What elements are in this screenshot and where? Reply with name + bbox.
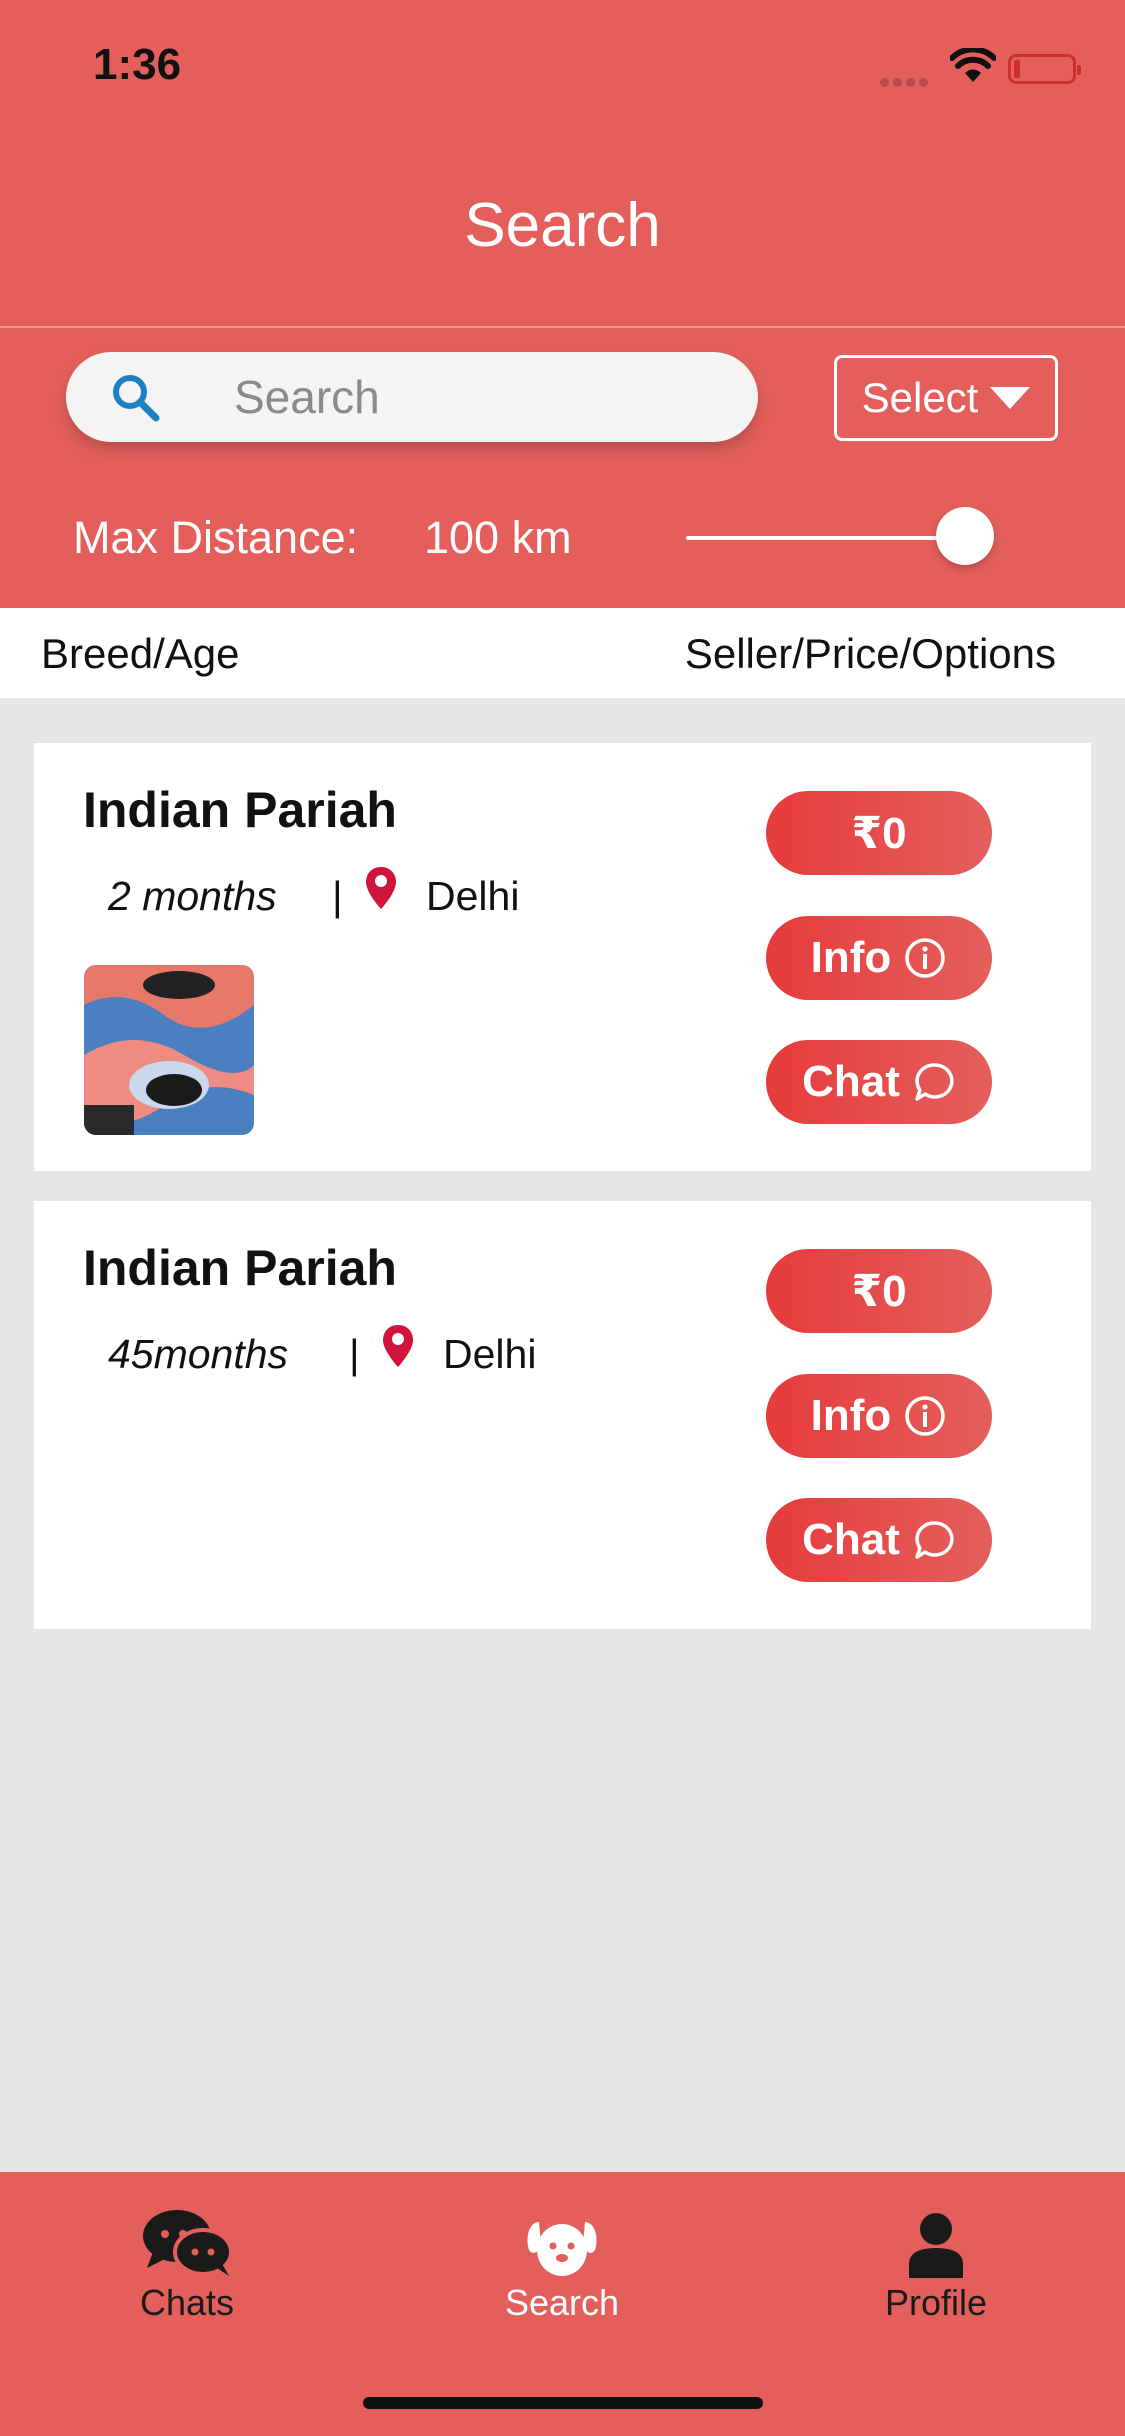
chat-label: Chat <box>802 1057 900 1106</box>
tab-chats[interactable]: Chats <box>87 2202 287 2324</box>
chat-bubbles-icon <box>143 2210 233 2276</box>
person-icon <box>909 2213 963 2278</box>
tab-profile[interactable]: Profile <box>836 2202 1036 2324</box>
chat-bubble-icon <box>915 1063 954 1101</box>
chat-button[interactable]: Chat <box>766 1040 992 1124</box>
info-label: Info <box>810 933 892 982</box>
dog-face-icon <box>527 2222 597 2276</box>
separator: | <box>349 1331 360 1377</box>
price-label: ₹0 <box>851 1266 907 1316</box>
battery-icon <box>1008 54 1081 84</box>
price-button[interactable]: ₹0 <box>766 791 992 875</box>
listing-card[interactable]: Indian Pariah 2 months | Delhi ₹0 Info C… <box>34 743 1091 1171</box>
max-distance-value: 100 km <box>424 512 572 563</box>
tab-label: Profile <box>884 2282 988 2323</box>
info-icon <box>905 1396 946 1436</box>
chat-bubble-icon <box>915 1521 954 1559</box>
distance-slider-thumb[interactable] <box>936 507 994 565</box>
signal-icon <box>880 74 936 87</box>
separator: | <box>332 873 343 919</box>
home-indicator[interactable] <box>363 2397 763 2409</box>
caret-down-icon <box>990 387 1031 409</box>
wifi-icon <box>950 48 996 82</box>
listing-card[interactable]: Indian Pariah 45months | Delhi ₹0 Info C… <box>34 1201 1091 1629</box>
info-button[interactable]: Info <box>766 916 992 1000</box>
breed-name: Indian Pariah <box>83 782 397 838</box>
column-seller-price-options: Seller/Price/Options <box>684 630 1056 677</box>
search-bar[interactable] <box>66 352 758 442</box>
column-header: Breed/Age Seller/Price/Options <box>0 608 1125 698</box>
info-button[interactable]: Info <box>766 1374 992 1458</box>
info-icon <box>905 938 946 978</box>
header: 1:36 Search Select Max Distance: 100 km <box>0 0 1125 608</box>
nav-divider <box>0 326 1125 328</box>
city-text: Delhi <box>426 873 520 919</box>
age-text: 2 months <box>108 873 277 919</box>
max-distance-label: Max Distance: <box>73 512 359 563</box>
dog-photo[interactable] <box>84 965 254 1135</box>
status-time: 1:36 <box>93 40 182 89</box>
chat-label: Chat <box>802 1515 900 1564</box>
column-breed-age: Breed/Age <box>41 630 240 677</box>
location-pin-icon <box>383 1325 413 1367</box>
page-title: Search <box>464 191 661 260</box>
search-input[interactable] <box>234 362 714 432</box>
city-text: Delhi <box>443 1331 537 1377</box>
select-label: Select <box>861 374 979 421</box>
tab-label: Search <box>504 2282 620 2323</box>
select-dropdown[interactable]: Select <box>834 355 1058 441</box>
chat-button[interactable]: Chat <box>766 1498 992 1582</box>
price-button[interactable]: ₹0 <box>766 1249 992 1333</box>
tab-label: Chats <box>139 2282 235 2323</box>
location-pin-icon <box>366 867 396 909</box>
info-label: Info <box>810 1391 892 1440</box>
search-icon <box>113 375 160 422</box>
price-label: ₹0 <box>851 808 907 858</box>
tab-search[interactable]: Search <box>462 2202 662 2324</box>
age-text: 45months <box>108 1331 289 1377</box>
distance-slider[interactable] <box>686 536 966 540</box>
breed-name: Indian Pariah <box>83 1240 397 1296</box>
